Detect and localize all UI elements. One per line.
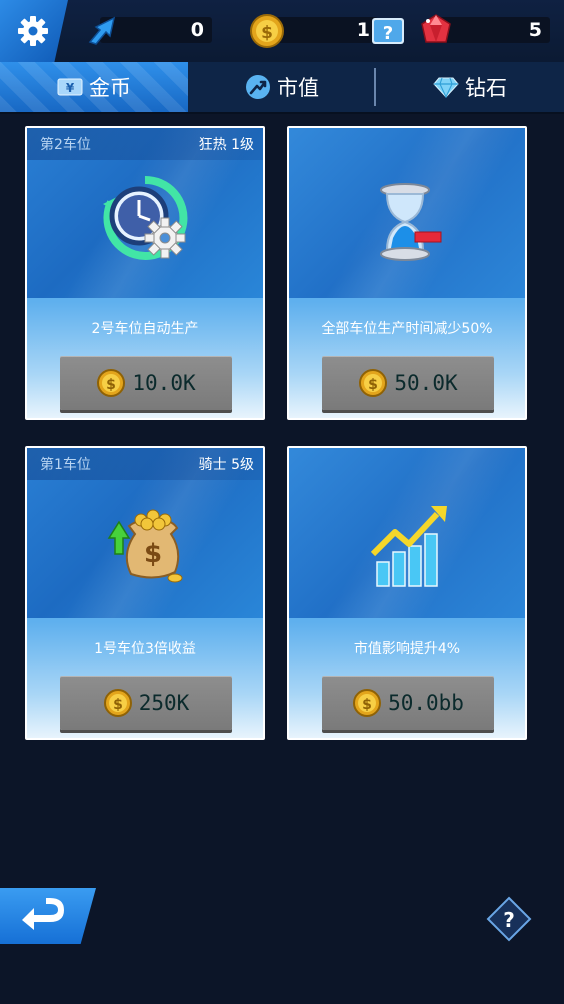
money-bag-icon: $ bbox=[107, 509, 183, 583]
rank-label: 狂热 1级 bbox=[198, 137, 254, 153]
slot-label: 第2车位 bbox=[40, 137, 91, 153]
category-tabs: ¥ 金币 市值 钻石 bbox=[0, 62, 564, 114]
buy-button[interactable]: $ 250K bbox=[60, 676, 232, 730]
tab-market-value[interactable]: 市值 bbox=[188, 62, 376, 112]
settings-button[interactable] bbox=[0, 0, 68, 62]
price-value: 250K bbox=[138, 691, 190, 715]
question-icon: ? bbox=[503, 908, 515, 932]
card-description: 全部车位生产时间减少50% bbox=[321, 321, 493, 337]
card-header: 第1车位 骑士 5级 bbox=[27, 448, 263, 480]
gear-icon bbox=[18, 16, 48, 46]
svg-text:$: $ bbox=[362, 697, 372, 713]
top-resource-bar: 0 1 $ ? 5 bbox=[0, 0, 564, 62]
svg-text:$: $ bbox=[113, 697, 123, 713]
question-icon: ? bbox=[374, 20, 402, 44]
upgrade-card: 第1车位 骑士 5级 $ 1号车位3倍收益 $ 250K bbox=[25, 446, 265, 740]
coin-ticket-icon: ¥ bbox=[57, 78, 83, 96]
coin-help-button[interactable]: ? bbox=[372, 18, 404, 44]
hourglass-icon bbox=[380, 183, 442, 261]
upgrade-card: 市值影响提升4% $ 50.0bb bbox=[287, 446, 527, 740]
svg-text:?: ? bbox=[383, 23, 393, 44]
card-description: 市值影响提升4% bbox=[353, 641, 461, 657]
shares-value: 0 bbox=[190, 19, 204, 41]
market-arrow-icon bbox=[88, 16, 116, 45]
svg-text:$: $ bbox=[144, 539, 162, 569]
coin-icon: $ bbox=[97, 369, 126, 397]
coin-value: 1 bbox=[356, 19, 370, 41]
card-header: 第2车位 狂热 1级 bbox=[27, 128, 263, 160]
tab-diamonds[interactable]: 钻石 bbox=[376, 62, 564, 112]
coin-icon: $ bbox=[250, 14, 284, 48]
svg-text:$: $ bbox=[261, 23, 273, 43]
back-button[interactable] bbox=[0, 888, 96, 944]
price-value: 50.0bb bbox=[388, 691, 464, 715]
return-arrow-icon bbox=[22, 898, 64, 930]
svg-text:¥: ¥ bbox=[66, 81, 75, 95]
tab-coins[interactable]: ¥ 金币 bbox=[0, 62, 188, 112]
tab-diamonds-label: 钻石 bbox=[465, 76, 507, 100]
growth-chart-icon bbox=[370, 506, 447, 587]
gem-value: 5 bbox=[528, 19, 542, 41]
card-description: 1号车位3倍收益 bbox=[94, 641, 196, 657]
help-button[interactable]: ? bbox=[486, 896, 532, 942]
card-description: 2号车位自动生产 bbox=[91, 321, 199, 337]
upgrade-card: 全部车位生产时间减少50% $ 50.0K bbox=[287, 126, 527, 420]
market-arrow-icon bbox=[246, 75, 270, 99]
rank-label: 骑士 5级 bbox=[198, 457, 254, 473]
svg-text:$: $ bbox=[107, 377, 117, 393]
coin-icon: $ bbox=[103, 689, 132, 717]
clock-gear-icon bbox=[103, 175, 188, 260]
price-value: 50.0K bbox=[394, 371, 458, 395]
svg-text:$: $ bbox=[369, 377, 379, 393]
ruby-gem-icon bbox=[421, 14, 451, 43]
tab-coins-label: 金币 bbox=[89, 76, 131, 100]
tab-market-value-label: 市值 bbox=[277, 76, 319, 100]
coin-icon: $ bbox=[353, 689, 382, 717]
coin-icon: $ bbox=[359, 369, 388, 397]
price-value: 10.0K bbox=[132, 371, 196, 395]
diamond-icon bbox=[433, 77, 459, 98]
slot-label: 第1车位 bbox=[40, 457, 91, 473]
buy-button[interactable]: $ 10.0K bbox=[60, 356, 232, 410]
buy-button[interactable]: $ 50.0K bbox=[322, 356, 494, 410]
upgrade-card: 第2车位 狂热 1级 2号车位自动生产 $ 10.0K bbox=[25, 126, 265, 420]
buy-button[interactable]: $ 50.0bb bbox=[322, 676, 494, 730]
